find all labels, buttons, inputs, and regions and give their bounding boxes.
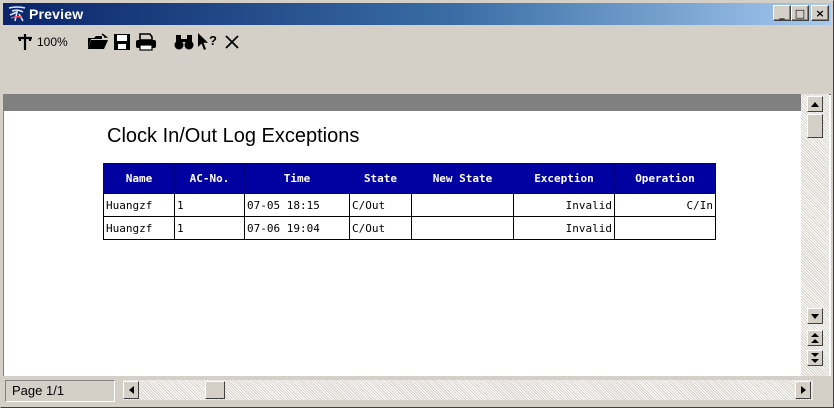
print-icon [135, 33, 156, 51]
open-button[interactable] [86, 30, 110, 54]
scroll-down-button[interactable] [807, 308, 823, 324]
cell-time: 07-06 19:04 [244, 216, 350, 240]
scroll-up-button[interactable] [807, 96, 823, 112]
save-button[interactable] [110, 30, 134, 54]
caption-buttons: _ □ × [773, 5, 829, 21]
close-window-button[interactable]: × [811, 5, 829, 21]
cell-state: C/Out [349, 216, 412, 240]
svg-text:?: ? [209, 33, 217, 48]
table-header-row: Name AC-No. Time State New State Excepti… [103, 163, 716, 194]
arrow-up-icon [811, 101, 819, 107]
zoom-pin-icon [18, 34, 32, 50]
cell-time: 07-05 18:15 [244, 193, 350, 217]
window-title: Preview [29, 6, 84, 22]
page-up-icon [811, 333, 819, 343]
page-top-margin [4, 95, 802, 111]
app-logo-icon [8, 6, 26, 22]
context-help-button[interactable]: ? [196, 30, 220, 54]
arrow-left-icon [128, 386, 134, 394]
scroll-left-button[interactable] [123, 381, 139, 399]
cell-ac-no: 1 [174, 216, 245, 240]
cell-exception: Invalid [513, 216, 615, 240]
column-header-operation: Operation [614, 163, 716, 194]
horizontal-scrollbar[interactable] [123, 380, 813, 400]
status-bar: Page 1/1 [3, 377, 831, 405]
table-row: Huangzf 1 07-05 18:15 C/Out Invalid C/In [103, 193, 716, 217]
column-header-state: State [349, 163, 412, 194]
cell-operation: C/In [614, 193, 716, 217]
column-header-exception: Exception [513, 163, 615, 194]
column-header-time: Time [244, 163, 350, 194]
scroll-right-button[interactable] [795, 381, 811, 399]
vertical-scrollbar[interactable] [801, 94, 829, 376]
column-header-ac-no: AC-No. [174, 163, 245, 194]
cell-new-state [411, 216, 514, 240]
open-folder-icon [87, 33, 108, 49]
close-preview-button[interactable] [220, 30, 244, 54]
page-indicator: Page 1/1 [5, 380, 115, 402]
cell-name: Huangzf [103, 216, 175, 240]
cell-name: Huangzf [103, 193, 175, 217]
horizontal-scroll-thumb[interactable] [205, 381, 225, 399]
zoom-level-label: 100% [37, 35, 68, 49]
column-header-name: Name [103, 163, 175, 194]
close-icon [225, 35, 239, 49]
next-page-button[interactable] [807, 350, 823, 366]
vertical-scroll-thumb[interactable] [807, 114, 823, 138]
table-row: Huangzf 1 07-06 19:04 C/Out Invalid [103, 216, 716, 240]
cell-ac-no: 1 [174, 193, 245, 217]
arrow-right-icon [800, 386, 806, 394]
find-button[interactable] [172, 30, 196, 54]
exceptions-table: Name AC-No. Time State New State Excepti… [103, 163, 716, 240]
report-page [4, 111, 802, 375]
toolbar: 100% ? [3, 27, 831, 57]
find-icon [174, 35, 194, 50]
arrow-down-icon [811, 313, 819, 319]
cell-new-state [411, 193, 514, 217]
title-bar[interactable]: Preview _ □ × [3, 3, 831, 25]
zoom-button[interactable]: 100% [17, 33, 68, 51]
save-icon [113, 34, 130, 50]
print-button[interactable] [134, 30, 158, 54]
report-title: Clock In/Out Log Exceptions [107, 125, 360, 147]
cell-state: C/Out [349, 193, 412, 217]
help-pointer-icon: ? [197, 33, 217, 50]
cell-operation [614, 216, 716, 240]
page-down-icon [811, 353, 819, 363]
cell-exception: Invalid [513, 193, 615, 217]
column-header-new-state: New State [411, 163, 514, 194]
minimize-button[interactable]: _ [773, 5, 791, 21]
preview-window: Preview _ □ × 100% ? Clock In/Out Log Ex… [0, 0, 834, 408]
previous-page-button[interactable] [807, 330, 823, 346]
maximize-button[interactable]: □ [791, 5, 809, 21]
